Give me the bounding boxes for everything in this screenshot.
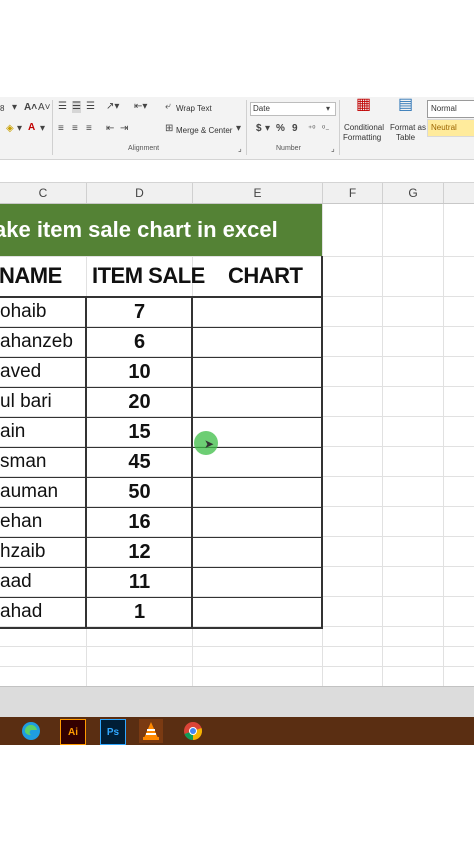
- table-row-name[interactable]: ul bari: [0, 387, 52, 417]
- alignment-group-label: Alignment: [128, 145, 160, 152]
- group-separator: [52, 100, 53, 155]
- wrap-text-icon[interactable]: ⤶: [165, 101, 171, 113]
- font-color-icon[interactable]: A: [28, 122, 35, 134]
- chevron-down-icon[interactable]: ▾: [236, 123, 241, 135]
- taskbar: Ai Ps: [0, 717, 474, 745]
- chrome-icon[interactable]: [181, 719, 205, 743]
- chevron-down-icon[interactable]: ▾: [40, 123, 45, 135]
- column-header-d[interactable]: D: [87, 183, 193, 203]
- table-row-value[interactable]: 11: [87, 567, 192, 597]
- ribbon: 8 ▾ A˄ A˅ ◈ ▾ A ▾ ☰ ☰ ☰ ↗▾ ⇤▾ ⤶ Wrap Tex…: [0, 97, 474, 160]
- style-neutral-label: Neutral: [431, 123, 457, 132]
- mouse-pointer-icon: ➤: [204, 437, 215, 451]
- table-row-name[interactable]: sman: [0, 447, 46, 477]
- increase-font-icon[interactable]: A˄: [24, 102, 37, 114]
- merge-center-icon[interactable]: ⊞: [165, 123, 173, 135]
- header-chart[interactable]: CHART: [228, 256, 303, 296]
- edge-icon[interactable]: [19, 719, 43, 743]
- illustrator-label: Ai: [68, 726, 78, 738]
- photoshop-icon[interactable]: Ps: [100, 719, 126, 745]
- format-as-table-button[interactable]: Format as: [390, 123, 426, 132]
- wrap-text-button[interactable]: Wrap Text: [176, 104, 212, 113]
- conditional-formatting-button[interactable]: Conditional: [344, 123, 384, 132]
- style-neutral[interactable]: Neutral: [427, 119, 474, 137]
- increase-decimal-icon[interactable]: ⁺⁰: [308, 123, 315, 135]
- chevron-down-icon[interactable]: ▾: [12, 102, 17, 114]
- decrease-font-icon[interactable]: A˅: [38, 102, 51, 114]
- column-header-c[interactable]: C: [0, 183, 87, 203]
- align-bottom-icon[interactable]: ☰: [86, 101, 95, 113]
- table-row-value[interactable]: 10: [87, 357, 192, 387]
- chevron-down-icon: ▾: [326, 104, 331, 113]
- table-row-name[interactable]: aad: [0, 567, 32, 597]
- align-right-icon[interactable]: ≡: [86, 123, 92, 135]
- table-row-value[interactable]: 12: [87, 537, 192, 567]
- align-center-icon[interactable]: ≡: [72, 123, 78, 135]
- group-separator: [246, 100, 247, 155]
- orientation-icon[interactable]: ↗▾: [106, 101, 119, 113]
- table-row-name[interactable]: ahanzeb: [0, 327, 73, 357]
- vlc-icon[interactable]: [139, 719, 163, 743]
- dialog-launcher-icon[interactable]: ⌟: [331, 143, 335, 155]
- sheet-title-cell[interactable]: ake item sale chart in excel: [0, 204, 322, 256]
- decrease-indent-icon[interactable]: ⇤: [106, 123, 114, 135]
- table-row-value[interactable]: 50: [87, 477, 192, 507]
- table-row-name[interactable]: hzaib: [0, 537, 45, 567]
- table-row-value[interactable]: 7: [87, 297, 192, 327]
- conditional-formatting-button-line2[interactable]: Formatting: [343, 133, 381, 142]
- formula-bar-area: [0, 160, 474, 183]
- format-as-table-button-line2[interactable]: Table: [396, 133, 415, 142]
- number-format-dropdown[interactable]: Date ▾: [250, 102, 336, 116]
- decrease-decimal-icon[interactable]: ⁰₋: [322, 123, 329, 135]
- photoshop-label: Ps: [106, 726, 120, 738]
- chevron-down-icon[interactable]: ▾: [265, 123, 270, 135]
- number-group-label: Number: [276, 145, 301, 152]
- conditional-formatting-icon[interactable]: ▦: [356, 97, 371, 113]
- font-size-value[interactable]: 8: [0, 104, 4, 113]
- header-name[interactable]: NAME: [0, 256, 62, 296]
- sheet-title: ake item sale chart in excel: [0, 217, 278, 242]
- percent-button[interactable]: %: [276, 123, 285, 135]
- comma-button[interactable]: 9: [292, 123, 298, 135]
- table-border: [0, 627, 323, 629]
- table-row-value[interactable]: 20: [87, 387, 192, 417]
- number-format-value: Date: [253, 104, 270, 113]
- table-row-value[interactable]: 6: [87, 327, 192, 357]
- table-border: [321, 256, 323, 628]
- table-row-value[interactable]: 45: [87, 447, 192, 477]
- table-row-name[interactable]: ehan: [0, 507, 42, 537]
- text-direction-icon[interactable]: ⇤▾: [134, 101, 147, 113]
- style-normal-label: Normal: [431, 104, 457, 113]
- table-row-name[interactable]: ain: [0, 417, 25, 447]
- align-top-icon[interactable]: ☰: [58, 101, 67, 113]
- table-row-value[interactable]: 15: [87, 417, 192, 447]
- merge-center-button[interactable]: Merge & Center: [176, 126, 232, 135]
- table-row-name[interactable]: auman: [0, 477, 58, 507]
- align-left-icon[interactable]: ≡: [58, 123, 64, 135]
- table-row-value[interactable]: 16: [87, 507, 192, 537]
- sheet-tab-bar: [0, 686, 474, 717]
- align-middle-icon[interactable]: ☰: [72, 101, 81, 113]
- table-row-name[interactable]: ohaib: [0, 297, 47, 327]
- dialog-launcher-icon[interactable]: ⌟: [238, 143, 242, 155]
- table-row-name[interactable]: aved: [0, 357, 41, 387]
- increase-indent-icon[interactable]: ⇥: [120, 123, 128, 135]
- column-headers: C D E F G: [0, 183, 474, 204]
- column-header-f[interactable]: F: [323, 183, 383, 203]
- currency-button[interactable]: $: [256, 123, 262, 135]
- format-as-table-icon[interactable]: ▤: [398, 97, 413, 113]
- header-item-sale[interactable]: ITEM SALE: [92, 256, 205, 296]
- illustrator-icon[interactable]: Ai: [60, 719, 86, 745]
- chevron-down-icon[interactable]: ▾: [17, 123, 22, 135]
- group-separator: [339, 100, 340, 155]
- table-row-name[interactable]: ahad: [0, 597, 42, 627]
- table-row-value[interactable]: 1: [87, 597, 192, 627]
- style-normal[interactable]: Normal: [427, 100, 474, 118]
- column-header-g[interactable]: G: [383, 183, 444, 203]
- column-header-e[interactable]: E: [193, 183, 323, 203]
- fill-color-icon[interactable]: ◈: [6, 123, 14, 135]
